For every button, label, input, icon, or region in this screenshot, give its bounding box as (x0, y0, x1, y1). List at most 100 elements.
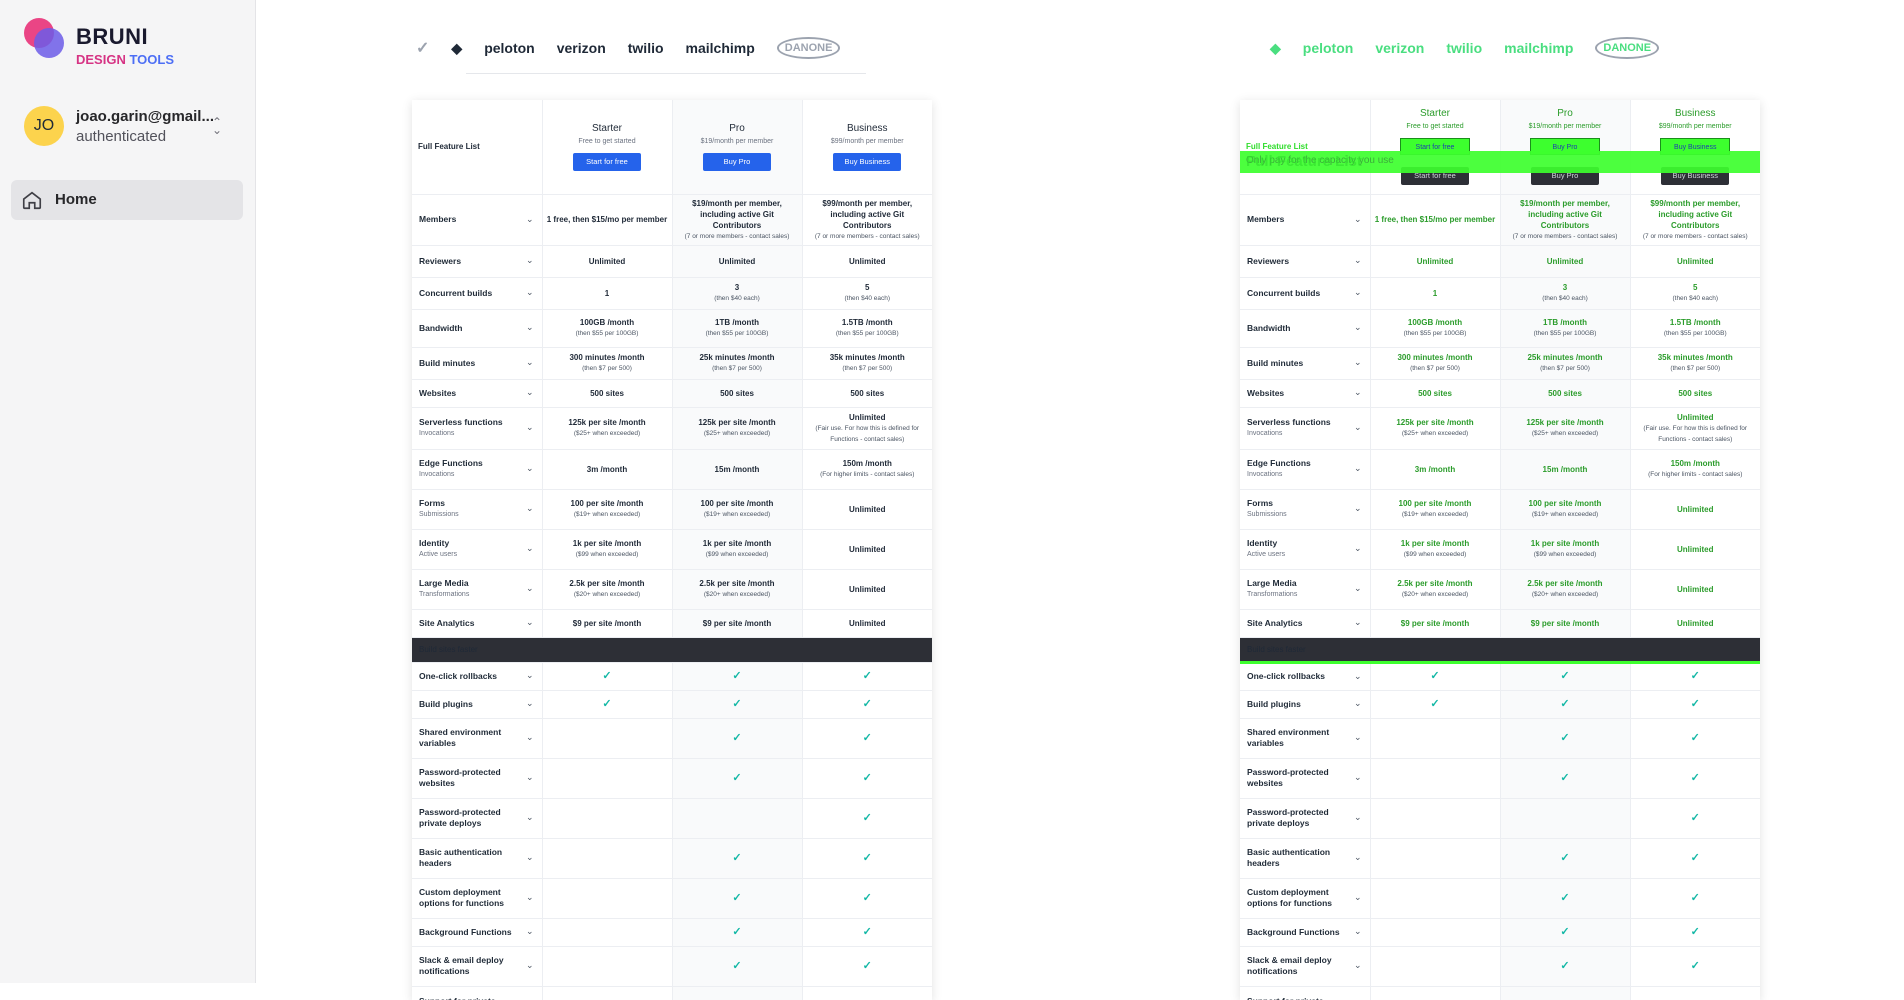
chevron-down-icon[interactable]: ⌄ (526, 995, 534, 1000)
chevron-down-icon[interactable]: ⌄ (1354, 617, 1362, 628)
chevron-down-icon[interactable]: ⌄ (526, 543, 534, 554)
feature-cell[interactable]: Bandwidth⌄ (1240, 309, 1370, 347)
chevron-down-icon[interactable]: ⌄ (1354, 772, 1362, 783)
chevron-down-icon[interactable]: ⌄ (526, 670, 534, 681)
plan-cell: ✓ (802, 662, 932, 690)
chevron-down-icon[interactable]: ⌄ (1354, 422, 1362, 433)
chevron-updown-icon[interactable]: ⌃⌄ (212, 118, 222, 134)
feature-cell[interactable]: One-click rollbacks⌄ (1240, 662, 1370, 690)
chevron-down-icon[interactable]: ⌄ (1354, 214, 1362, 225)
sidebar-item-home[interactable]: Home (11, 180, 243, 220)
chevron-down-icon[interactable]: ⌄ (526, 387, 534, 398)
feature-cell[interactable]: Password-protected websites⌄ (412, 758, 542, 798)
feature-cell[interactable]: Site Analytics⌄ (412, 609, 542, 637)
feature-cell[interactable]: Websites⌄ (412, 379, 542, 407)
chevron-down-icon[interactable]: ⌄ (526, 214, 534, 225)
feature-cell[interactable]: Slack & email deploy notifications⌄ (1240, 946, 1370, 986)
chevron-down-icon[interactable]: ⌄ (526, 812, 534, 823)
chevron-down-icon[interactable]: ⌄ (526, 583, 534, 594)
feature-cell[interactable]: Slack & email deploy notifications⌄ (412, 946, 542, 986)
feature-cell[interactable]: Build plugins⌄ (1240, 690, 1370, 718)
feature-cell[interactable]: Reviewers⌄ (1240, 245, 1370, 277)
chevron-down-icon[interactable]: ⌄ (526, 772, 534, 783)
chevron-down-icon[interactable]: ⌄ (526, 617, 534, 628)
chevron-down-icon[interactable]: ⌄ (526, 698, 534, 709)
chevron-down-icon[interactable]: ⌄ (526, 357, 534, 368)
chevron-down-icon[interactable]: ⌄ (1354, 852, 1362, 863)
feature-cell[interactable]: Serverless functionsInvocations⌄ (412, 407, 542, 449)
chevron-down-icon[interactable]: ⌄ (1354, 960, 1362, 971)
chevron-down-icon[interactable]: ⌄ (1354, 543, 1362, 554)
feature-cell[interactable]: FormsSubmissions⌄ (1240, 489, 1370, 529)
feature-cell[interactable]: Bandwidth⌄ (412, 309, 542, 347)
chevron-down-icon[interactable]: ⌄ (1354, 812, 1362, 823)
chevron-down-icon[interactable]: ⌄ (1354, 357, 1362, 368)
chevron-down-icon[interactable]: ⌄ (526, 732, 534, 743)
feature-cell[interactable]: Edge FunctionsInvocations⌄ (1240, 449, 1370, 489)
feature-cell[interactable]: Password-protected websites⌄ (1240, 758, 1370, 798)
feature-cell[interactable]: Custom deployment options for functions⌄ (1240, 878, 1370, 918)
chevron-down-icon[interactable]: ⌄ (526, 852, 534, 863)
chevron-down-icon[interactable]: ⌄ (526, 503, 534, 514)
chevron-down-icon[interactable]: ⌄ (1354, 583, 1362, 594)
feature-cell[interactable]: FormsSubmissions⌄ (412, 489, 542, 529)
feature-cell[interactable]: Concurrent builds⌄ (412, 277, 542, 309)
brand-logo[interactable]: BRUNI DESIGN TOOLS (24, 18, 234, 68)
chevron-down-icon[interactable]: ⌄ (1354, 387, 1362, 398)
chevron-down-icon[interactable]: ⌄ (526, 287, 534, 298)
chevron-down-icon[interactable]: ⌄ (526, 422, 534, 433)
chevron-down-icon[interactable]: ⌄ (1354, 322, 1362, 333)
feature-cell[interactable]: Password-protected private deploys⌄ (412, 798, 542, 838)
chevron-down-icon[interactable]: ⌄ (1354, 995, 1362, 1000)
chevron-down-icon[interactable]: ⌄ (1354, 698, 1362, 709)
plan-cell: 3m /month (1370, 449, 1500, 489)
chevron-down-icon[interactable]: ⌄ (526, 463, 534, 474)
feature-cell[interactable]: Site Analytics⌄ (1240, 609, 1370, 637)
feature-label: Basic authentication headers (419, 847, 538, 869)
chevron-down-icon[interactable]: ⌄ (1354, 926, 1362, 937)
feature-cell[interactable]: Serverless functionsInvocations⌄ (1240, 407, 1370, 449)
feature-cell[interactable]: Shared environment variables⌄ (1240, 718, 1370, 758)
buy-pro-button[interactable]: Buy Pro (703, 153, 771, 171)
plan-name: Pro (1505, 108, 1626, 119)
feature-cell[interactable]: Members⌄ (1240, 194, 1370, 245)
chevron-down-icon[interactable]: ⌄ (526, 255, 534, 266)
chevron-down-icon[interactable]: ⌄ (1354, 503, 1362, 514)
cell-value: 500 sites (547, 388, 668, 399)
feature-cell[interactable]: Websites⌄ (1240, 379, 1370, 407)
feature-cell[interactable]: Large MediaTransformations⌄ (1240, 569, 1370, 609)
chevron-down-icon[interactable]: ⌄ (1354, 732, 1362, 743)
feature-cell[interactable]: IdentityActive users⌄ (412, 529, 542, 569)
chevron-down-icon[interactable]: ⌄ (1354, 287, 1362, 298)
chevron-down-icon[interactable]: ⌄ (526, 960, 534, 971)
feature-cell[interactable]: Support for private⌄ (1240, 986, 1370, 1000)
chevron-down-icon[interactable]: ⌄ (526, 926, 534, 937)
feature-cell[interactable]: IdentityActive users⌄ (1240, 529, 1370, 569)
feature-cell[interactable]: Shared environment variables⌄ (412, 718, 542, 758)
chevron-down-icon[interactable]: ⌄ (1354, 671, 1362, 682)
feature-cell[interactable]: Concurrent builds⌄ (1240, 277, 1370, 309)
feature-cell[interactable]: Reviewers⌄ (412, 245, 542, 277)
feature-cell[interactable]: Custom deployment options for functions⌄ (412, 878, 542, 918)
feature-cell[interactable]: Large MediaTransformations⌄ (412, 569, 542, 609)
feature-cell[interactable]: Build plugins⌄ (412, 690, 542, 718)
feature-cell[interactable]: Edge FunctionsInvocations⌄ (412, 449, 542, 489)
user-menu[interactable]: JO joao.garin@gmail... authenticated ⌃⌄ (24, 104, 234, 152)
feature-cell[interactable]: Members⌄ (412, 194, 542, 245)
buy-starter-button[interactable]: Start for free (573, 153, 641, 171)
feature-cell[interactable]: One-click rollbacks⌄ (412, 662, 542, 690)
buy-business-button[interactable]: Buy Business (833, 153, 901, 171)
chevron-down-icon[interactable]: ⌄ (526, 322, 534, 333)
feature-cell[interactable]: Background Functions⌄ (1240, 918, 1370, 946)
feature-cell[interactable]: Background Functions⌄ (412, 918, 542, 946)
chevron-down-icon[interactable]: ⌄ (1354, 463, 1362, 474)
chevron-down-icon[interactable]: ⌄ (1354, 255, 1362, 266)
chevron-down-icon[interactable]: ⌄ (526, 892, 534, 903)
feature-cell[interactable]: Basic authentication headers⌄ (412, 838, 542, 878)
feature-cell[interactable]: Support for private⌄ (412, 986, 542, 1000)
chevron-down-icon[interactable]: ⌄ (1354, 892, 1362, 903)
feature-cell[interactable]: Password-protected private deploys⌄ (1240, 798, 1370, 838)
feature-cell[interactable]: Build minutes⌄ (1240, 347, 1370, 379)
feature-cell[interactable]: Basic authentication headers⌄ (1240, 838, 1370, 878)
feature-cell[interactable]: Build minutes⌄ (412, 347, 542, 379)
